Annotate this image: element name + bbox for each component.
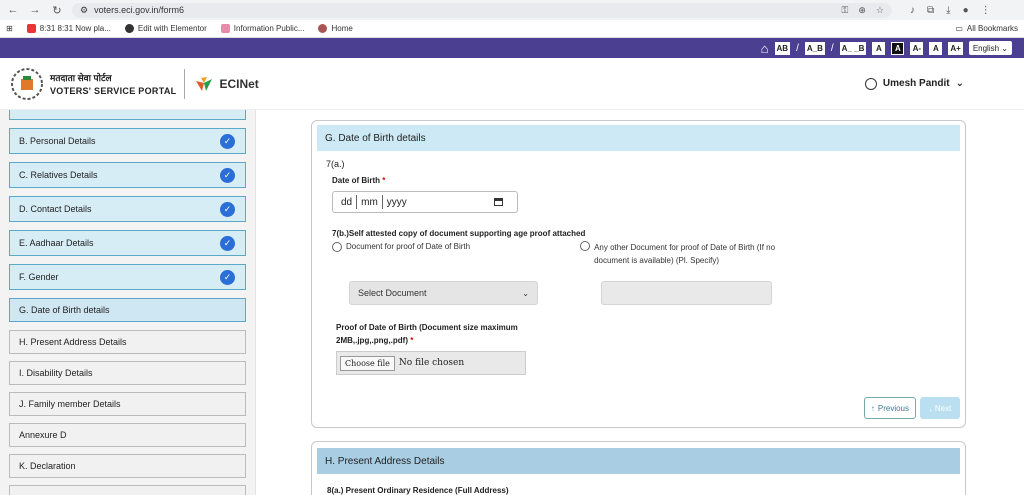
dob-date-input[interactable]: dd mm yyyy [332,191,518,213]
back-icon[interactable]: ← [6,4,20,16]
mic-icon[interactable]: ♪ [910,5,915,16]
zoom-icon[interactable]: ⊕ [858,5,866,16]
previous-button[interactable]: ↑ Previous [863,397,916,419]
address-section-title: H. Present Address Details [317,448,960,474]
sidebar-item-disability[interactable]: I. Disability Details [9,361,246,385]
folder-icon: ▭ [955,24,963,33]
site-header: मतदाता सेवा पोर्टल VOTERS' SERVICE PORTA… [0,58,1024,110]
home-bookmark-icon [318,24,328,33]
youtube-icon [26,24,36,33]
arrow-up-icon: ↑ [870,403,875,413]
acc-contrast-high[interactable]: A [891,41,905,55]
sidebar-item-relatives-details[interactable]: C. Relatives Details ✓ [9,162,246,188]
address-bar[interactable]: ⚙ voters.eci.gov.in/form6 ⚿ ⊕ ☆ [72,2,892,18]
chevron-down-icon: ⌄ [955,78,964,89]
check-icon: ✓ [220,235,235,251]
user-name: Umesh Pandit [882,78,950,89]
sidebar-item-gender[interactable]: F. Gender ✓ [9,264,246,290]
language-select[interactable]: English ⌄ [968,41,1012,55]
acc-font-increase[interactable]: A+ [948,41,963,55]
acc-font-normal[interactable]: A [929,41,943,55]
all-bookmarks[interactable]: ▭ All Bookmarks [955,24,1018,33]
dob-label: Date of Birth * [332,176,386,185]
download-icon[interactable]: ⤓ [946,5,950,16]
acc-spacing-normal[interactable]: AB [774,41,791,55]
specify-document-input[interactable] [601,281,772,305]
bookmark-item[interactable]: Home [318,24,353,33]
radio-other-document[interactable]: Any other Document for proof of Date of … [580,241,790,267]
check-icon: ✓ [220,167,235,183]
sidebar-item-declaration[interactable]: K. Declaration [9,454,246,478]
bookmark-item[interactable]: Edit with Elementor [124,24,207,33]
arrow-down-icon: ↓ [928,403,933,413]
calendar-icon[interactable] [494,198,503,206]
info-icon [220,24,230,33]
form-steps-sidebar: B. Personal Details ✓ C. Relatives Detail… [0,110,256,495]
elementor-icon [124,24,134,33]
check-icon: ✓ [220,201,235,217]
portal-title-hindi: मतदाता सेवा पोर्टल [50,73,112,83]
bookmark-item[interactable]: 8:31 8:31 Now pla... [26,24,111,33]
acc-contrast-normal[interactable]: A [872,41,886,55]
logo-divider [184,68,186,99]
site-info-icon[interactable]: ⚙ [80,5,88,16]
document-select[interactable]: Select Document ⌄ [349,281,538,305]
user-menu[interactable]: Umesh Pandit ⌄ [864,77,964,90]
form-content: G. Date of Birth details 7(a.) Date of B… [256,110,1024,495]
accessibility-bar: ⌂ AB / A_B / A_ _B A A A- A A+ English ⌄ [0,38,1024,58]
check-icon: ✓ [220,133,235,149]
sidebar-item-personal-details[interactable]: B. Personal Details ✓ [9,128,246,154]
address-subtitle: 8(a.) Present Ordinary Residence (Full A… [327,486,509,495]
date-month-segment[interactable]: mm [357,197,382,208]
file-status: No file chosen [398,358,465,368]
star-icon[interactable]: ☆ [876,5,884,16]
radio-document-proof[interactable]: Document for proof of Date of Birth [332,242,470,267]
question-number: 7(a.) [326,159,345,169]
url-text: voters.eci.gov.in/form6 [94,5,184,15]
chevron-down-icon: ⌄ [522,288,529,298]
proof-radio-group: Document for proof of Date of Birth Any … [332,241,960,267]
file-upload-label: Proof of Date of Birth (Document size ma… [336,323,518,345]
browser-toolbar: ← → ↻ ⚙ voters.eci.gov.in/form6 ⚿ ⊕ ☆ ♪ … [0,0,1024,20]
apps-icon[interactable]: ⊞ [6,24,13,33]
address-section-card: H. Present Address Details 8(a.) Present… [311,441,966,495]
home-icon[interactable]: ⌂ [761,41,769,56]
dob-section-card: G. Date of Birth details 7(a.) Date of B… [311,120,966,428]
next-button[interactable]: ↓ Next [920,397,960,419]
date-year-segment[interactable]: yyyy [383,197,411,208]
sidebar-item-dob-details[interactable]: G. Date of Birth details [9,298,246,322]
check-icon: ✓ [220,269,235,285]
sidebar-item-family-member[interactable]: J. Family member Details [9,392,246,416]
choose-file-button[interactable]: Choose file [340,355,395,371]
eci-logo-icon [11,67,43,100]
forward-icon[interactable]: → [28,4,42,16]
bookmarks-bar: ⊞ 8:31 8:31 Now pla... Edit with Element… [0,20,1024,38]
sidebar-item-contact-details[interactable]: D. Contact Details ✓ [9,196,246,222]
date-day-segment[interactable]: dd [337,197,356,208]
acc-font-decrease[interactable]: A- [910,41,924,55]
ecinet-brand: ECINet [219,76,259,91]
ecinet-logo-icon [196,76,213,91]
extensions-icon[interactable]: ⧉ [927,5,934,16]
sidebar-item-annexure-d[interactable]: Annexure D [9,423,246,447]
sidebar-item-a[interactable] [9,110,246,120]
menu-icon[interactable]: ⋮ [981,5,991,16]
reload-icon[interactable]: ↻ [50,4,64,17]
radio-circle[interactable] [332,242,342,252]
portal-title-english: VOTERS' SERVICE PORTAL [50,86,177,96]
bookmark-item[interactable]: Information Public... [220,24,304,33]
acc-spacing-large[interactable]: A_ _B [839,41,867,55]
acc-spacing-medium[interactable]: A_B [804,41,825,55]
file-upload-input[interactable]: Choose file No file chosen [336,351,526,375]
sidebar-item-aadhaar-details[interactable]: E. Aadhaar Details ✓ [9,230,246,256]
key-icon[interactable]: ⚿ [842,5,849,16]
portal-title: मतदाता सेवा पोर्टल VOTERS' SERVICE PORTA… [50,71,176,96]
profile-icon[interactable]: ● [963,5,969,16]
proof-title: 7(b.)Self attested copy of document supp… [332,229,586,238]
sidebar-item-next[interactable] [9,485,246,495]
sidebar-item-present-address[interactable]: H. Present Address Details [9,330,246,354]
user-icon [864,77,877,90]
section-title: G. Date of Birth details [317,125,960,151]
radio-circle[interactable] [580,241,591,251]
